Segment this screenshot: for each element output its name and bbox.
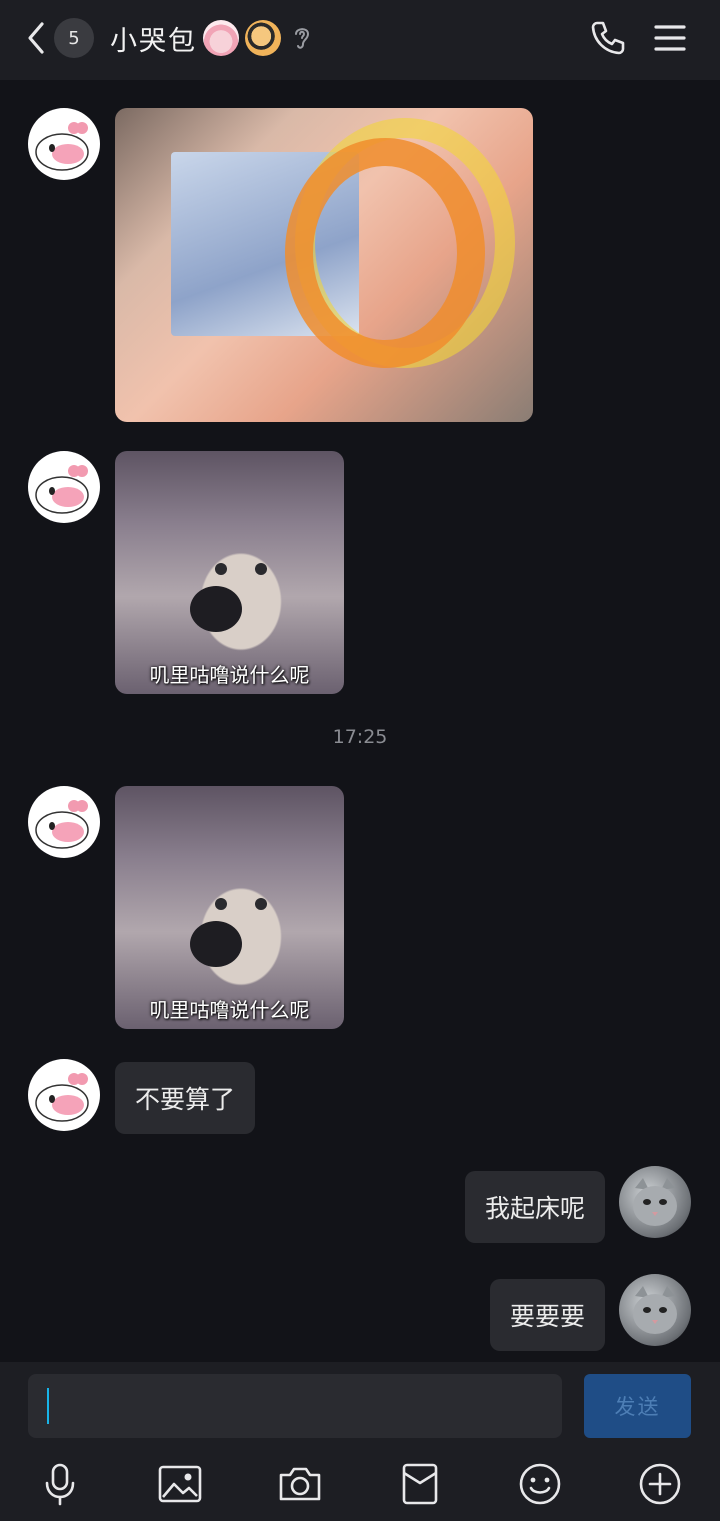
meme-sticker[interactable]: 叽里咕噜说什么呢 xyxy=(115,786,344,1029)
shared-package-photo[interactable] xyxy=(115,108,533,422)
hello-kitty-avatar-icon xyxy=(35,800,89,849)
contact-avatar[interactable] xyxy=(28,451,100,523)
meme-nose xyxy=(190,586,242,632)
microphone-icon[interactable] xyxy=(37,1461,83,1507)
contact-avatar[interactable] xyxy=(28,1059,100,1131)
message-input[interactable] xyxy=(28,1374,562,1438)
phone-call-icon[interactable] xyxy=(588,18,628,58)
hello-kitty-avatar-icon xyxy=(35,465,89,514)
meme-caption: 叽里咕噜说什么呢 xyxy=(149,663,310,687)
message-bubble-incoming[interactable]: 不要算了 xyxy=(115,1062,256,1134)
meme-sticker[interactable]: 叽里咕噜说什么呢 xyxy=(115,451,344,694)
menu-icon[interactable] xyxy=(650,18,690,58)
hello-kitty-avatar-icon xyxy=(35,122,89,171)
send-button[interactable]: 发送 xyxy=(584,1374,691,1438)
input-bar: 发送 xyxy=(0,1362,720,1521)
cat-avatar-icon xyxy=(633,1286,677,1334)
bear-badge-icon xyxy=(245,20,281,56)
own-avatar[interactable] xyxy=(619,1166,691,1238)
meme-eye xyxy=(255,563,267,575)
contact-avatar[interactable] xyxy=(28,786,100,858)
image-icon[interactable] xyxy=(157,1461,203,1507)
chat-title-area[interactable]: 小哭包 xyxy=(110,16,313,60)
meme-eye xyxy=(215,898,227,910)
back-button[interactable]: 5 xyxy=(22,18,102,58)
text-cursor xyxy=(47,1388,49,1424)
camera-icon[interactable] xyxy=(277,1461,323,1507)
meme-nose xyxy=(190,921,242,967)
plus-icon[interactable] xyxy=(637,1461,683,1507)
chat-header: 5 小哭包 xyxy=(0,0,720,80)
own-avatar[interactable] xyxy=(619,1274,691,1346)
message-timestamp: 17:25 xyxy=(332,726,388,748)
photo-orange-ring xyxy=(285,138,485,368)
meme-eye xyxy=(255,898,267,910)
meme-caption: 叽里咕噜说什么呢 xyxy=(149,998,310,1022)
emoji-icon[interactable] xyxy=(517,1461,563,1507)
chevron-left-icon xyxy=(28,22,44,54)
meme-eye xyxy=(215,563,227,575)
hello-kitty-avatar-icon xyxy=(35,1073,89,1122)
ear-icon xyxy=(295,28,310,49)
chat-title: 小哭包 xyxy=(110,25,197,57)
red-packet-icon[interactable] xyxy=(397,1461,443,1507)
message-bubble-outgoing[interactable]: 要要要 xyxy=(489,1279,605,1351)
cat-avatar-icon xyxy=(633,1178,677,1226)
contact-avatar[interactable] xyxy=(28,108,100,180)
message-bubble-outgoing[interactable]: 我起床呢 xyxy=(464,1171,605,1243)
unread-count-badge: 5 xyxy=(54,18,94,58)
cake-badge-icon xyxy=(203,20,239,56)
